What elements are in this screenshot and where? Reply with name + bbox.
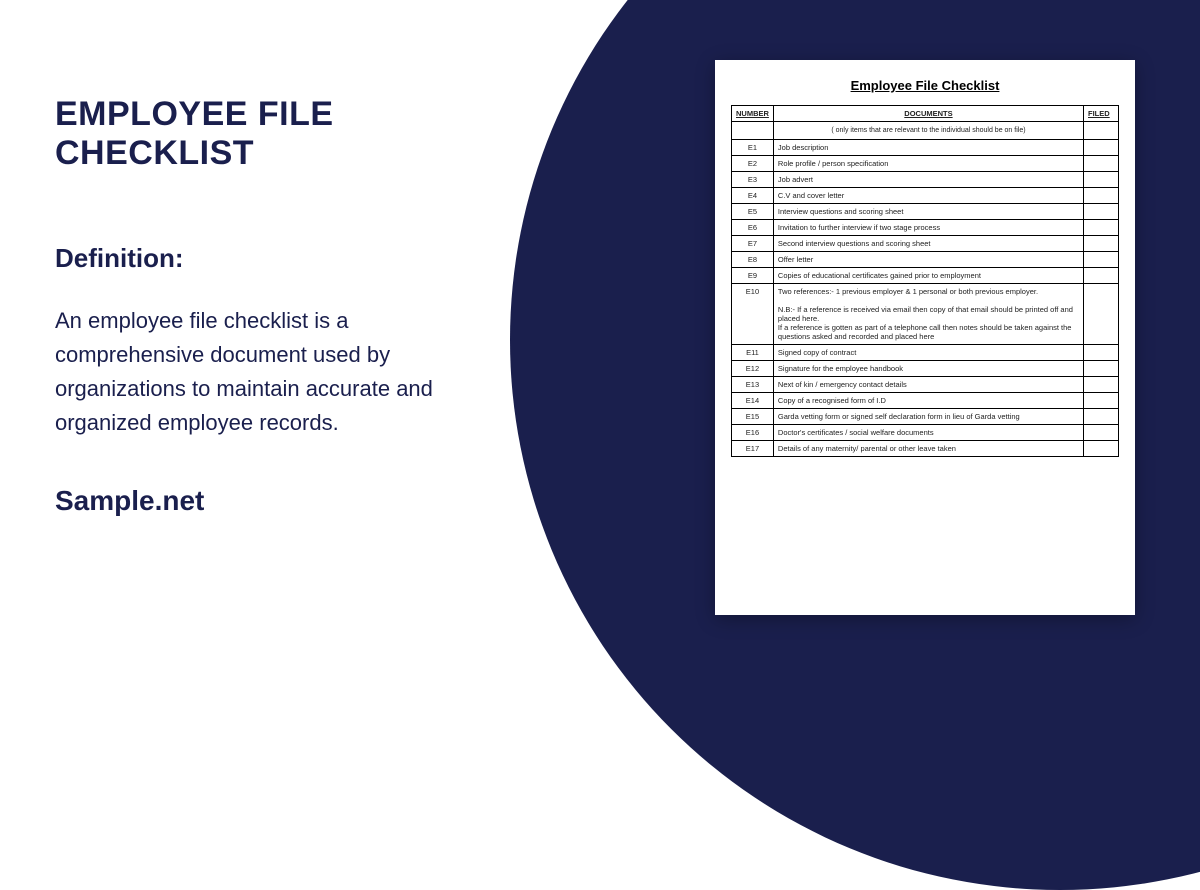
document-preview: Employee File Checklist NUMBER DOCUMENTS…: [715, 60, 1135, 615]
page-title: EMPLOYEE FILE CHECKLIST: [55, 95, 535, 173]
row-document: Second interview questions and scoring s…: [773, 236, 1083, 252]
row-number: E4: [732, 188, 774, 204]
row-document: Signature for the employee handbook: [773, 361, 1083, 377]
row-number: E3: [732, 172, 774, 188]
row-filed: [1084, 188, 1119, 204]
row-document: Signed copy of contract: [773, 345, 1083, 361]
table-row: E4C.V and cover letter: [732, 188, 1119, 204]
row-filed: [1084, 284, 1119, 345]
row-number: E1: [732, 140, 774, 156]
table-row: E1Job description: [732, 140, 1119, 156]
table-row: E10Two references:- 1 previous employer …: [732, 284, 1119, 345]
table-row: E15Garda vetting form or signed self dec…: [732, 409, 1119, 425]
row-filed: [1084, 361, 1119, 377]
table-row: E16Doctor's certificates / social welfar…: [732, 425, 1119, 441]
header-documents: DOCUMENTS: [773, 106, 1083, 122]
row-number: E12: [732, 361, 774, 377]
row-number: E2: [732, 156, 774, 172]
row-document: Copies of educational certificates gaine…: [773, 268, 1083, 284]
row-filed: [1084, 268, 1119, 284]
table-row: E2Role profile / person specification: [732, 156, 1119, 172]
row-filed: [1084, 204, 1119, 220]
row-document: Invitation to further interview if two s…: [773, 220, 1083, 236]
table-row: E12Signature for the employee handbook: [732, 361, 1119, 377]
row-document: Details of any maternity/ parental or ot…: [773, 441, 1083, 457]
header-filed: FILED: [1084, 106, 1119, 122]
row-document: Interview questions and scoring sheet: [773, 204, 1083, 220]
row-number: E6: [732, 220, 774, 236]
table-row: E8Offer letter: [732, 252, 1119, 268]
row-filed: [1084, 172, 1119, 188]
note-cell: ( only items that are relevant to the in…: [773, 122, 1083, 140]
left-panel: EMPLOYEE FILE CHECKLIST Definition: An e…: [55, 95, 535, 517]
row-number: E17: [732, 441, 774, 457]
table-row: E11Signed copy of contract: [732, 345, 1119, 361]
row-number: E10: [732, 284, 774, 345]
table-row: E5Interview questions and scoring sheet: [732, 204, 1119, 220]
row-number: E7: [732, 236, 774, 252]
header-number: NUMBER: [732, 106, 774, 122]
brand-name: Sample.net: [55, 485, 535, 517]
row-number: E14: [732, 393, 774, 409]
row-filed: [1084, 252, 1119, 268]
row-number: E5: [732, 204, 774, 220]
table-header-row: NUMBER DOCUMENTS FILED: [732, 106, 1119, 122]
table-row: E3Job advert: [732, 172, 1119, 188]
row-document: Copy of a recognised form of I.D: [773, 393, 1083, 409]
row-document: Job advert: [773, 172, 1083, 188]
row-number: E16: [732, 425, 774, 441]
row-filed: [1084, 441, 1119, 457]
table-row: E9Copies of educational certificates gai…: [732, 268, 1119, 284]
row-document: Two references:- 1 previous employer & 1…: [773, 284, 1083, 345]
row-number: E11: [732, 345, 774, 361]
row-filed: [1084, 236, 1119, 252]
note-row: ( only items that are relevant to the in…: [732, 122, 1119, 140]
row-document: Offer letter: [773, 252, 1083, 268]
table-row: E14Copy of a recognised form of I.D: [732, 393, 1119, 409]
row-number: E8: [732, 252, 774, 268]
table-row: E13Next of kin / emergency contact detai…: [732, 377, 1119, 393]
row-filed: [1084, 377, 1119, 393]
row-document: Doctor's certificates / social welfare d…: [773, 425, 1083, 441]
row-document: Job description: [773, 140, 1083, 156]
row-number: E9: [732, 268, 774, 284]
row-number: E13: [732, 377, 774, 393]
row-filed: [1084, 345, 1119, 361]
table-row: E17Details of any maternity/ parental or…: [732, 441, 1119, 457]
row-document: C.V and cover letter: [773, 188, 1083, 204]
row-filed: [1084, 425, 1119, 441]
row-filed: [1084, 156, 1119, 172]
row-filed: [1084, 393, 1119, 409]
table-row: E6Invitation to further interview if two…: [732, 220, 1119, 236]
doc-title: Employee File Checklist: [731, 78, 1119, 93]
row-filed: [1084, 140, 1119, 156]
definition-label: Definition:: [55, 243, 535, 274]
row-document: Role profile / person specification: [773, 156, 1083, 172]
table-row: E7Second interview questions and scoring…: [732, 236, 1119, 252]
row-document: Next of kin / emergency contact details: [773, 377, 1083, 393]
checklist-table: NUMBER DOCUMENTS FILED ( only items that…: [731, 105, 1119, 457]
row-filed: [1084, 220, 1119, 236]
row-filed: [1084, 409, 1119, 425]
definition-text: An employee file checklist is a comprehe…: [55, 304, 485, 440]
row-number: E15: [732, 409, 774, 425]
row-document: Garda vetting form or signed self declar…: [773, 409, 1083, 425]
